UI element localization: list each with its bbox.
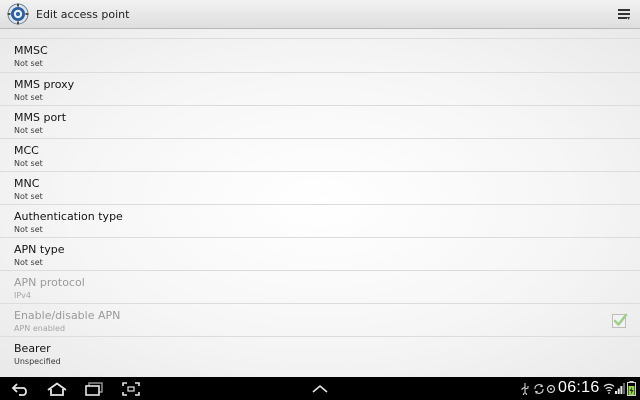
home-icon <box>47 381 67 396</box>
home-button[interactable] <box>45 380 69 397</box>
signal-strength-icon <box>615 382 625 394</box>
setting-summary: Not set <box>14 126 43 135</box>
wifi-icon <box>603 382 615 394</box>
setting-summary: APN enabled <box>14 324 66 333</box>
setting-mnc[interactable]: MNC Not set <box>0 172 640 205</box>
settings-app-icon[interactable] <box>7 3 29 25</box>
check-icon <box>613 313 628 326</box>
overflow-menu-button[interactable] <box>616 6 632 22</box>
setting-mmsc[interactable]: MMSC Not set <box>0 39 640 73</box>
setting-title: MMS port <box>14 111 67 124</box>
settings-list: MMSC Not set MMS proxy Not set MMS port … <box>0 38 640 370</box>
setting-title: MMSC <box>14 44 48 57</box>
back-button[interactable] <box>10 380 32 397</box>
setting-title: Authentication type <box>14 210 123 223</box>
screenshot-icon <box>122 381 140 396</box>
setting-bearer[interactable]: Bearer Unspecified <box>0 337 640 370</box>
setting-title: Bearer <box>14 342 51 355</box>
setting-title: MCC <box>14 144 39 157</box>
setting-title: Enable/disable APN <box>14 309 121 322</box>
recent-apps-icon <box>85 381 103 396</box>
setting-summary: Not set <box>14 93 43 102</box>
recent-apps-button[interactable] <box>83 380 105 397</box>
setting-summary: Not set <box>14 159 43 168</box>
setting-summary: Not set <box>14 192 43 201</box>
usb-icon <box>520 383 530 395</box>
setting-apn-protocol: APN protocol IPv4 <box>0 271 640 304</box>
setting-mms-port[interactable]: MMS port Not set <box>0 106 640 139</box>
chevron-up-icon <box>312 384 328 393</box>
app-tray-button[interactable] <box>310 380 330 397</box>
setting-mms-proxy[interactable]: MMS proxy Not set <box>0 73 640 106</box>
apn-enabled-checkbox <box>612 313 628 328</box>
screenshot-button[interactable] <box>121 380 141 397</box>
setting-mcc[interactable]: MCC Not set <box>0 139 640 172</box>
battery-charging-icon <box>627 381 636 396</box>
setting-title: MNC <box>14 177 40 190</box>
setting-apn-type[interactable]: APN type Not set <box>0 238 640 271</box>
setting-summary: Not set <box>14 258 43 267</box>
status-clock: 06:16 <box>558 379 600 396</box>
setting-summary: Unspecified <box>14 357 61 366</box>
page-title: Edit access point <box>36 7 130 21</box>
settings-status-icon <box>546 383 556 395</box>
setting-title: MMS proxy <box>14 78 75 91</box>
setting-title: APN protocol <box>14 276 85 289</box>
setting-summary: Not set <box>14 59 43 68</box>
setting-title: APN type <box>14 243 65 256</box>
setting-authentication-type[interactable]: Authentication type Not set <box>0 205 640 238</box>
menu-icon <box>618 9 630 20</box>
sync-icon <box>533 383 545 395</box>
system-navigation-bar: 06:16 <box>0 377 640 400</box>
setting-enable-disable-apn: Enable/disable APN APN enabled <box>0 304 640 337</box>
action-bar: Edit access point <box>0 0 640 29</box>
back-icon <box>11 382 27 396</box>
setting-summary: IPv4 <box>14 291 32 300</box>
setting-summary: Not set <box>14 225 43 234</box>
